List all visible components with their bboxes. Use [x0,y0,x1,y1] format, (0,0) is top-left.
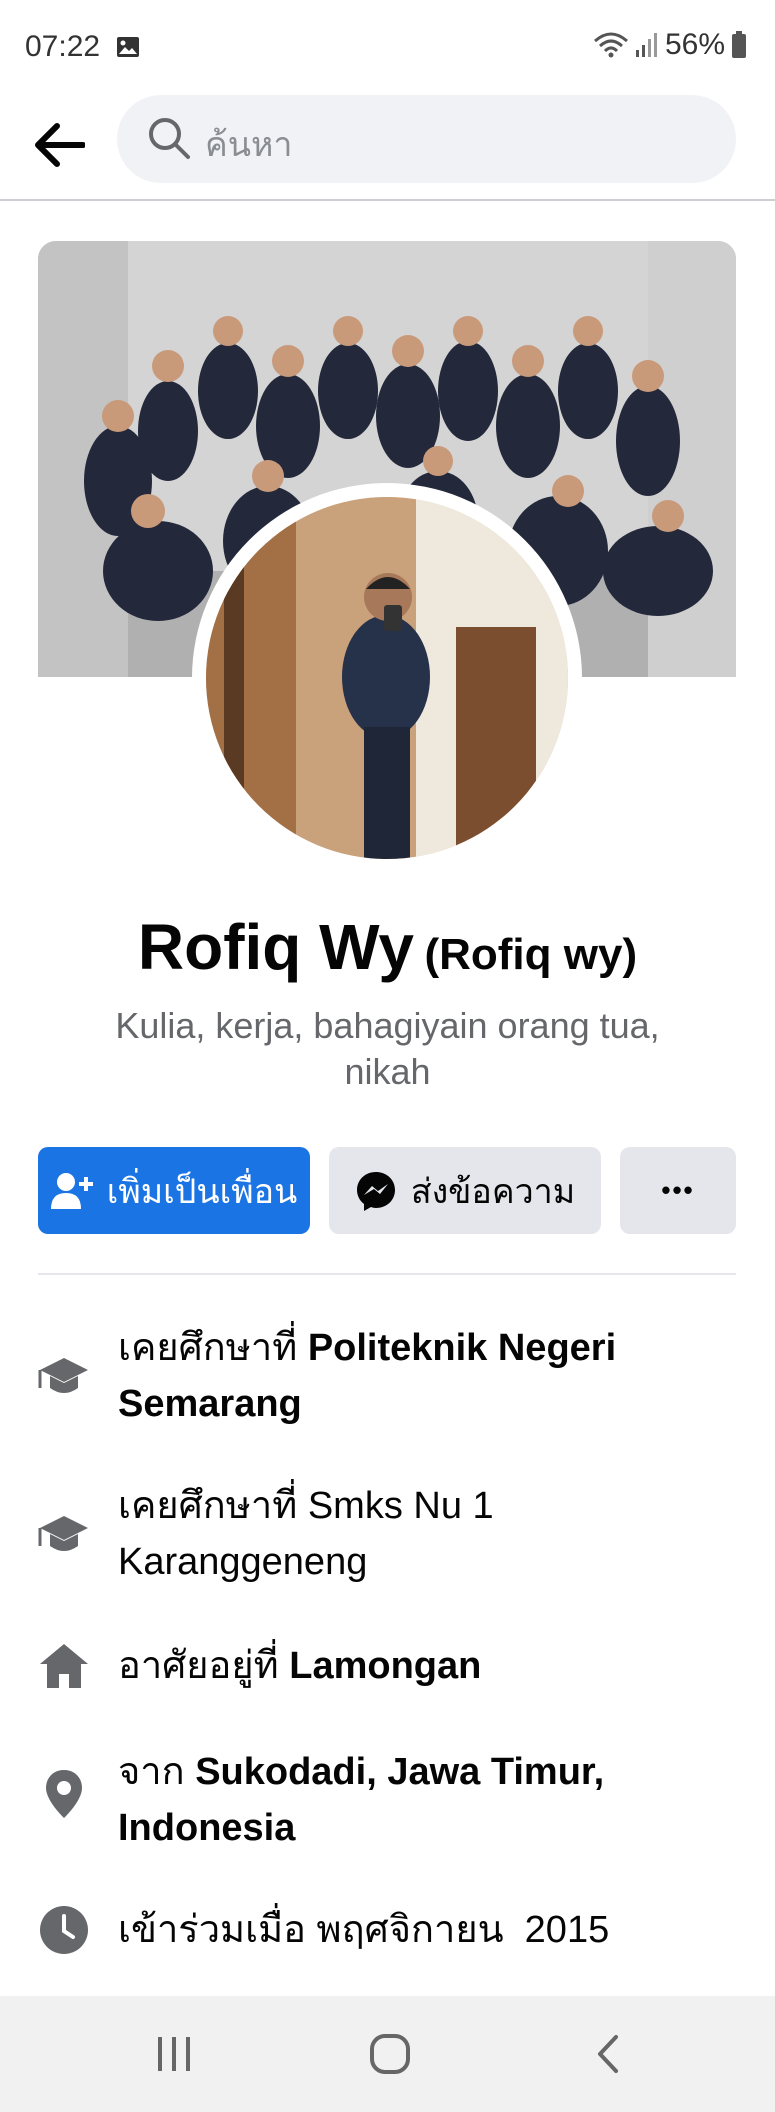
detail-text: เคยศึกษาที่ Politeknik Negeri Semarang [118,1327,617,1425]
detail-text: เข้าร่วมเมื่อ พฤศจิกายน 2015 [118,1909,610,1951]
detail-text: เคยศึกษาที่ Smks Nu 1 Karanggeneng [118,1485,494,1583]
detail-value-link[interactable]: Lamongan [289,1645,481,1687]
detail-value-link[interactable]: Sukodadi, Jawa Timur, Indonesia [118,1751,604,1849]
detail-text: อาศัยอยู่ที่ Lamongan [118,1645,482,1687]
home-icon [40,1644,88,1688]
profile-actions: เพิ่มเป็นเพื่อน ส่งข้อความ ••• [38,1147,736,1234]
battery-percent: 56% [664,28,725,61]
search-placeholder: ค้นหา [205,126,293,164]
graduation-cap-icon [38,1358,88,1393]
add-friend-button[interactable]: เพิ่มเป็นเพื่อน [38,1147,310,1234]
home-circle-icon [370,2034,410,2074]
search-icon [149,118,190,159]
back-button[interactable] [28,114,90,176]
alternate-name: (Rofiq wy) [424,930,638,979]
add-friend-icon [50,1172,93,1209]
status-right: 56% [593,28,747,62]
profile-bio: Kulia, kerja, bahagiyain orang tua, nika… [115,1005,660,1092]
search-header: ค้นหา [0,92,775,201]
more-icon: ••• [661,1175,695,1205]
detail-value: พฤศจิกายน 2015 [316,1909,610,1951]
detail-text: จาก Sukodadi, Jawa Timur, Indonesia [118,1751,605,1849]
avatar[interactable] [192,483,582,873]
status-bar: 07:22 56% [0,0,775,92]
chevron-left-icon [598,2035,618,2073]
add-friend-label: เพิ่มเป็นเพื่อน [106,1172,298,1211]
message-button[interactable]: ส่งข้อความ [329,1147,601,1234]
home-button[interactable] [360,2026,420,2082]
system-back-button[interactable] [578,2026,638,2082]
recent-apps-button[interactable] [144,2026,204,2082]
clock-icon [40,1906,88,1954]
profile-name: Rofiq Wy [137,911,415,983]
search-input[interactable]: ค้นหา [117,95,736,183]
location-pin-icon [46,1770,82,1818]
more-options-button[interactable]: ••• [620,1147,736,1234]
profile-name-line: Rofiq Wy (Rofiq wy) [0,910,775,984]
signal-icon [635,33,657,57]
message-label: ส่งข้อความ [410,1172,576,1211]
wifi-icon [593,32,628,58]
graduation-cap-icon [38,1516,88,1551]
profile-picture [206,497,568,859]
status-time: 07:22 [25,30,101,63]
recent-apps-icon [158,2037,190,2071]
battery-icon [732,31,746,58]
messenger-icon [356,1171,395,1211]
section-divider [38,1273,736,1275]
profile-photo-image [206,497,568,859]
gallery-icon [117,37,139,57]
arrow-left-icon [35,123,85,167]
system-nav-bar [0,1996,775,2112]
